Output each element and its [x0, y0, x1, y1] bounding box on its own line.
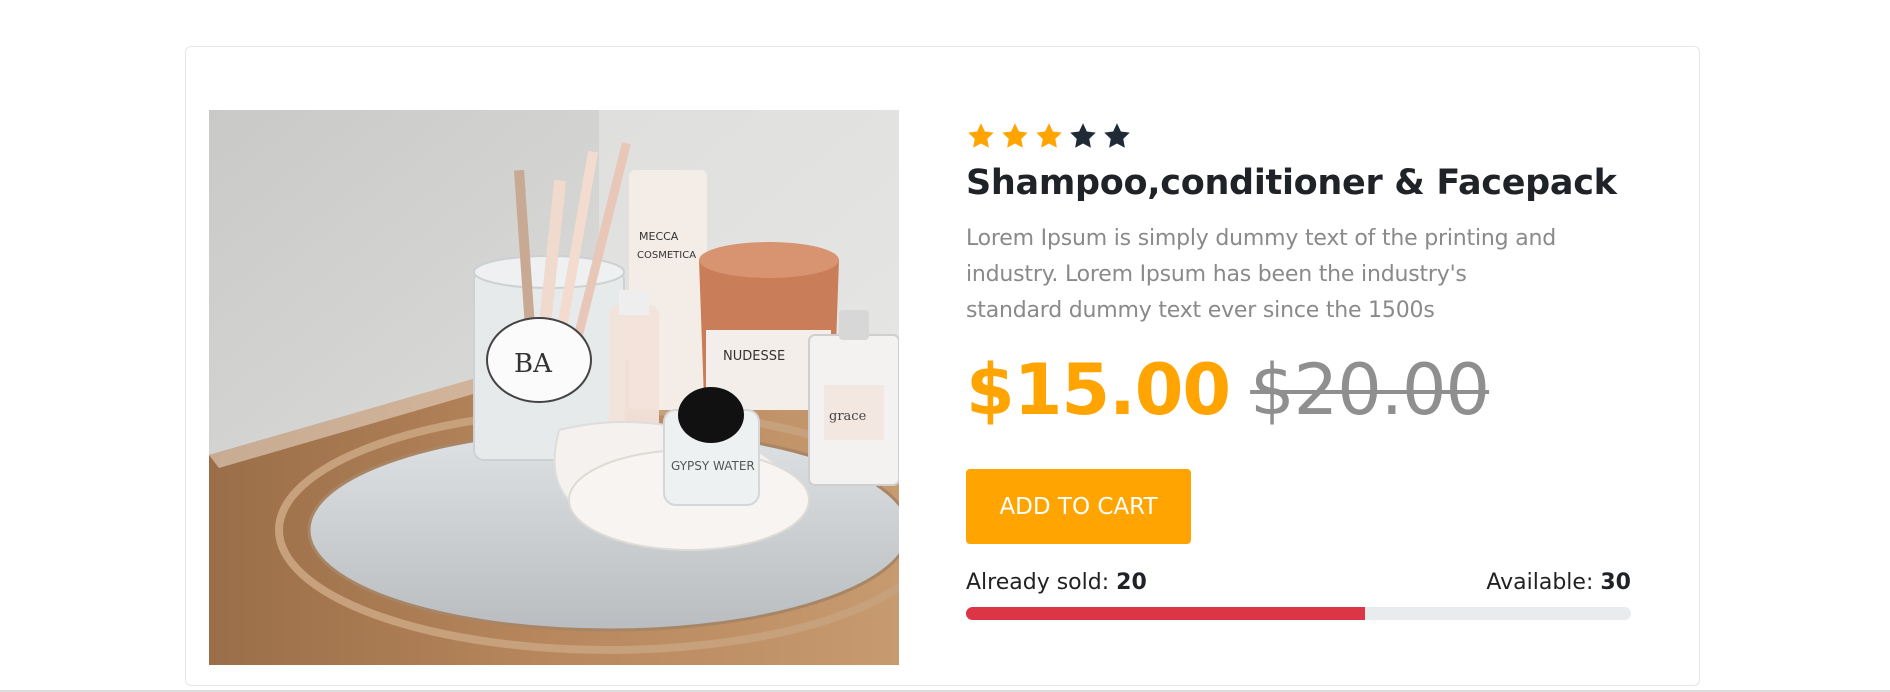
svg-text:GYPSY WATER: GYPSY WATER	[671, 459, 755, 473]
product-description: Lorem Ipsum is simply dummy text of the …	[966, 226, 1556, 323]
star-icon	[1102, 121, 1132, 151]
svg-text:grace: grace	[829, 409, 867, 424]
star-icon	[1000, 121, 1030, 151]
stock-progress-bar	[966, 607, 1631, 620]
product-title: Shampoo,conditioner & Facepack	[966, 163, 1617, 203]
available-label: Available:	[1486, 570, 1594, 595]
stock-progress-fill	[966, 607, 1365, 620]
available-value: 30	[1600, 570, 1631, 595]
svg-text:BA: BA	[514, 349, 553, 379]
old-price: $20.00	[1250, 349, 1490, 431]
star-icon	[1034, 121, 1064, 151]
price-row: $15.00 $20.00	[966, 349, 1631, 439]
available-count: Available: 30	[1486, 570, 1631, 595]
svg-text:COSMETICA: COSMETICA	[637, 250, 696, 261]
add-to-cart-button[interactable]: ADD TO CART	[966, 469, 1191, 544]
stock-info: Already sold: 20 Available: 30	[966, 570, 1631, 595]
product-image: BA MECCA COSMETICA NUDESSE GYPSY WATER g…	[209, 110, 899, 665]
sold-count: Already sold: 20	[966, 570, 1147, 595]
star-icon	[966, 121, 996, 151]
svg-text:NUDESSE: NUDESSE	[723, 349, 785, 364]
product-info: Shampoo,conditioner & Facepack Lorem Ips…	[966, 119, 1631, 620]
star-icon	[1068, 121, 1098, 151]
sold-label: Already sold:	[966, 570, 1110, 595]
product-card: BA MECCA COSMETICA NUDESSE GYPSY WATER g…	[185, 46, 1700, 686]
sold-value: 20	[1116, 570, 1147, 595]
rating-stars	[966, 119, 1631, 153]
current-price: $15.00	[966, 349, 1231, 431]
svg-text:MECCA: MECCA	[639, 230, 679, 243]
